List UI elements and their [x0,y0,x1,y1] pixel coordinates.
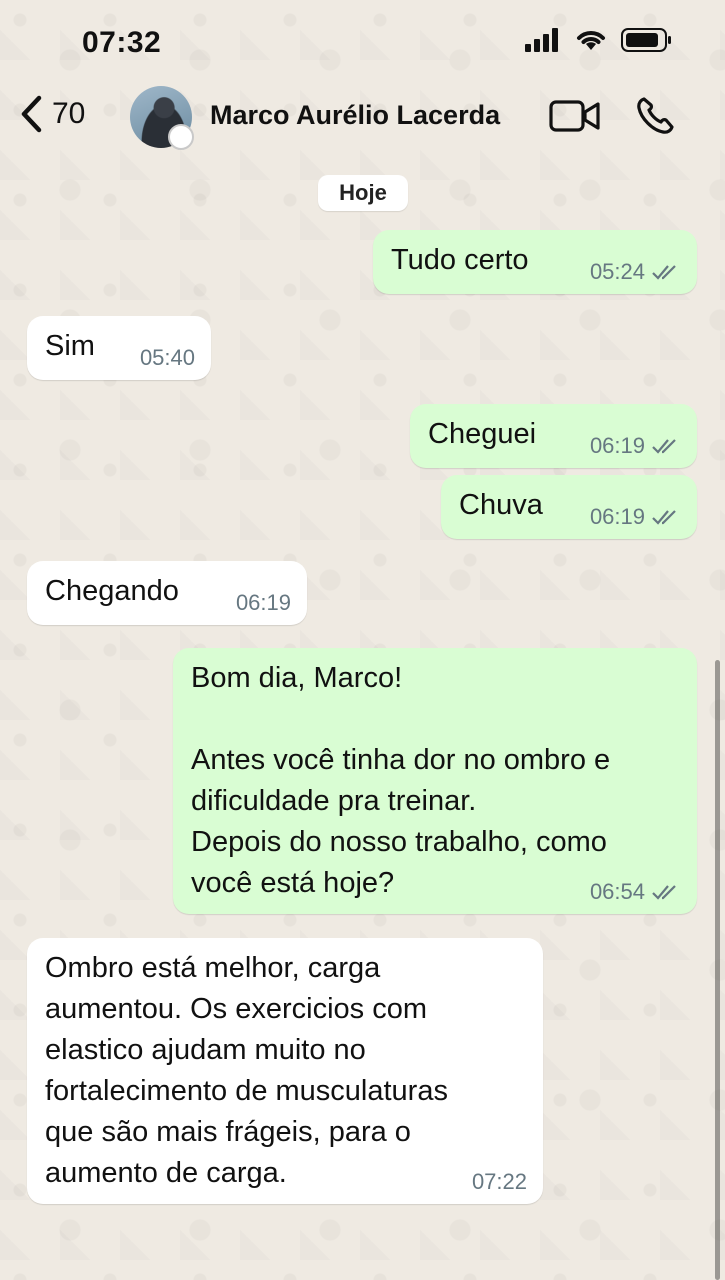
message-meta: 06:19 [590,503,681,531]
message-bubble-outgoing[interactable]: Tudo certo 05:24 [373,230,697,294]
message-meta: 07:22 [472,1168,527,1196]
message-text: Tudo certo [391,244,529,276]
message-text: Chegando [45,575,179,607]
unread-count: 70 [52,97,86,130]
message-time: 05:24 [589,259,645,284]
message-bubble-incoming[interactable]: Ombro está melhor, carga aumentou. Os ex… [27,938,543,1204]
message-text: Sim [45,330,95,362]
status-icons [525,28,673,52]
message-meta: 06:19 [236,589,291,617]
battery-icon [621,28,671,52]
message-bubble-incoming[interactable]: Sim 05:40 [27,316,211,380]
wifi-icon [577,31,605,50]
message-meta: 05:24 [590,258,681,286]
read-receipt-icon [652,885,676,900]
signal-icon [525,28,558,52]
header-actions [549,96,675,136]
back-chevron-icon [21,95,42,133]
message-time: 06:19 [235,590,291,615]
message-time: 06:54 [589,879,645,904]
status-bar: 07:32 [0,0,725,80]
message-meta: 05:40 [140,344,195,372]
message-bubble-outgoing[interactable]: Cheguei 06:19 [410,404,697,468]
message-meta: 06:19 [590,432,681,460]
read-receipt-icon [652,265,676,280]
message-bubble-outgoing[interactable]: Bom dia, Marco! Antes você tinha dor no … [173,648,697,914]
read-receipt-icon [652,439,676,454]
message-time: 06:19 [589,433,645,458]
message-bubble-outgoing[interactable]: Chuva 06:19 [441,475,697,539]
back-button[interactable]: 70 [18,94,85,134]
scrollbar[interactable] [715,660,720,1280]
video-call-icon[interactable] [549,99,601,133]
chat-header: 70 Marco Aurélio Lacerda [0,80,725,160]
message-time: 05:40 [139,345,195,370]
message-text: Ombro está melhor, carga aumentou. Os ex… [45,952,448,1189]
voice-call-icon[interactable] [635,96,675,136]
message-text: Bom dia, Marco! Antes você tinha dor no … [191,662,611,899]
status-time: 07:32 [82,26,162,59]
date-chip: Hoje [318,175,408,211]
disappearing-timer-badge [168,124,194,150]
read-receipt-icon [652,510,676,525]
message-meta: 06:54 [590,878,681,906]
message-text: Cheguei [428,418,537,450]
message-time: 07:22 [471,1169,527,1194]
message-text: Chuva [459,489,543,521]
message-bubble-incoming[interactable]: Chegando 06:19 [27,561,307,625]
contact-name[interactable]: Marco Aurélio Lacerda [210,100,500,131]
message-time: 06:19 [589,504,645,529]
